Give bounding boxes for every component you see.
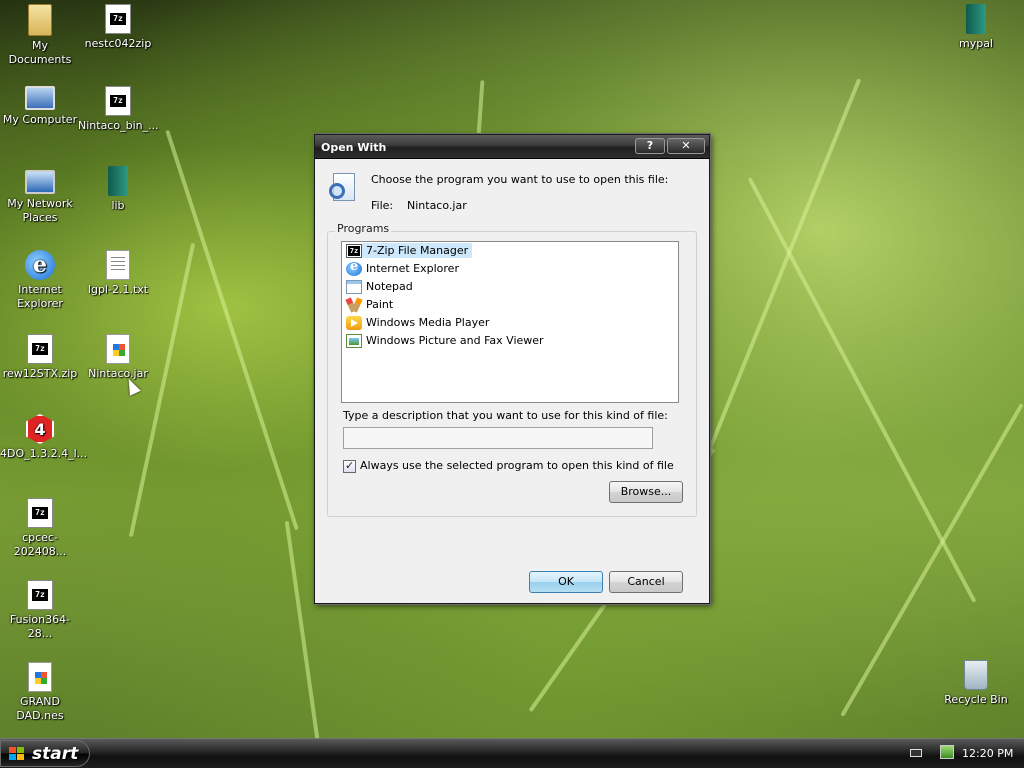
instruction-text: Choose the program you want to use to op…: [371, 173, 669, 186]
paint-icon: [346, 298, 362, 312]
desktop-icon-label: rew12STX.zip: [2, 367, 78, 380]
dialog-titlebar[interactable]: Open With ? ✕: [315, 135, 709, 159]
desktop-icon-lgpl-txt[interactable]: lgpl-2.1.txt: [78, 250, 158, 297]
4do-app-icon: 4: [26, 414, 54, 444]
desktop-icon-label: GRAND DAD.nes: [16, 695, 64, 722]
dialog-title: Open With: [321, 141, 387, 154]
program-name: Windows Picture and Fax Viewer: [366, 334, 544, 347]
desktop-icon-label: lgpl-2.1.txt: [87, 283, 149, 296]
desktop-icon-label: My Documents: [8, 39, 72, 66]
7zip-archive-icon: [105, 86, 131, 116]
ok-button[interactable]: OK: [529, 571, 603, 593]
nes-file-icon: [28, 662, 52, 692]
desktop-icon-label: My Computer: [2, 113, 78, 126]
program-name: Paint: [366, 298, 394, 311]
keyboard-icon[interactable]: [910, 749, 922, 757]
program-name: Notepad: [366, 280, 413, 293]
folder-icon: [28, 4, 52, 36]
desktop-icon-recycle-bin[interactable]: Recycle Bin: [936, 660, 1016, 707]
program-name: Windows Media Player: [366, 316, 490, 329]
jar-file-icon: [106, 334, 130, 364]
desktop-icon-label: Nintaco_bin_...: [78, 119, 159, 132]
media-player-icon: [346, 316, 362, 330]
computer-icon: [25, 86, 55, 110]
cancel-button[interactable]: Cancel: [609, 571, 683, 593]
description-label: Type a description that you want to use …: [343, 409, 668, 422]
7zip-archive-icon: [27, 498, 53, 528]
book-icon: [108, 166, 128, 196]
program-item-paint[interactable]: Paint: [342, 296, 678, 314]
network-icon: [25, 170, 55, 194]
desktop-icon-label: mypal: [958, 37, 993, 50]
description-input[interactable]: [343, 427, 653, 449]
network-status-icon[interactable]: [940, 745, 954, 759]
program-name: Internet Explorer: [366, 262, 459, 275]
system-tray: 12:20 PM: [900, 739, 1024, 768]
7zip-archive-icon: [105, 4, 131, 34]
program-item-windows-media-player[interactable]: Windows Media Player: [342, 314, 678, 332]
internet-explorer-icon: [25, 250, 55, 280]
open-with-search-icon: [329, 173, 359, 203]
start-label: start: [32, 744, 79, 764]
desktop-icon-label: lib: [111, 199, 125, 212]
desktop-icon-label: My Network Places: [7, 197, 73, 224]
desktop-icon-label: Fusion364-28...: [9, 613, 71, 640]
7zip-archive-icon: [27, 334, 53, 364]
desktop-icon-label: Recycle Bin: [944, 693, 1008, 706]
program-item-7zip[interactable]: 7-Zip File Manager: [342, 242, 678, 260]
windows-flag-icon: [9, 747, 25, 761]
book-icon: [966, 4, 986, 34]
always-use-checkbox[interactable]: [343, 459, 356, 473]
start-button[interactable]: start: [0, 740, 90, 767]
file-name: Nintaco.jar: [407, 199, 467, 212]
desktop-icon-my-network-places[interactable]: My Network Places: [0, 170, 80, 225]
browse-button[interactable]: Browse...: [609, 481, 683, 503]
programs-list[interactable]: 7-Zip File Manager Internet Explorer Not…: [341, 241, 679, 403]
desktop-icon-fusion364[interactable]: Fusion364-28...: [0, 580, 80, 641]
desktop-icon-cpcec[interactable]: cpcec-202408...: [0, 498, 80, 559]
7zip-archive-icon: [27, 580, 53, 610]
open-with-dialog: Open With ? ✕ Choose the program you wan…: [314, 134, 710, 604]
desktop-icon-4do[interactable]: 4 4DO_1.3.2.4_l...: [0, 414, 88, 461]
notepad-icon: [346, 280, 362, 294]
text-file-icon: [106, 250, 130, 280]
desktop-icon-rew12stx-zip[interactable]: rew12STX.zip: [0, 334, 80, 381]
7zip-icon: [346, 244, 362, 258]
desktop-icon-nintaco-bin[interactable]: Nintaco_bin_...: [78, 86, 159, 133]
taskbar: start 12:20 PM: [0, 738, 1024, 768]
desktop-icon-my-computer[interactable]: My Computer: [0, 86, 80, 127]
programs-label: Programs: [335, 222, 392, 235]
file-label: File:: [371, 199, 394, 212]
desktop-icon-label: Nintaco.jar: [88, 367, 148, 380]
desktop: My Documents My Computer My Network Plac…: [0, 0, 1024, 738]
help-button[interactable]: ?: [635, 138, 665, 154]
desktop-icon-internet-explorer[interactable]: Internet Explorer: [0, 250, 80, 311]
desktop-icon-lib[interactable]: lib: [78, 166, 158, 213]
desktop-icon-nestc042zip[interactable]: nestc042zip: [78, 4, 158, 51]
close-button[interactable]: ✕: [667, 138, 705, 154]
recycle-bin-icon: [964, 660, 988, 690]
always-use-label: Always use the selected program to open …: [360, 459, 674, 472]
internet-explorer-icon: [346, 259, 362, 276]
picture-viewer-icon: [346, 334, 362, 348]
program-item-internet-explorer[interactable]: Internet Explorer: [342, 259, 678, 278]
desktop-icon-mypal[interactable]: mypal: [936, 4, 1016, 51]
clock[interactable]: 12:20 PM: [962, 747, 1013, 760]
desktop-icon-nintaco-jar[interactable]: Nintaco.jar: [78, 334, 158, 381]
desktop-icon-label: 4DO_1.3.2.4_l...: [0, 447, 88, 460]
program-name: 7-Zip File Manager: [362, 243, 473, 258]
desktop-icon-label: cpcec-202408...: [13, 531, 67, 558]
program-item-notepad[interactable]: Notepad: [342, 278, 678, 296]
desktop-icon-label: Internet Explorer: [17, 283, 63, 310]
desktop-icon-my-documents[interactable]: My Documents: [0, 4, 80, 67]
desktop-icon-grand-dad-nes[interactable]: GRAND DAD.nes: [0, 662, 80, 723]
desktop-icon-label: nestc042zip: [84, 37, 152, 50]
program-item-picture-fax-viewer[interactable]: Windows Picture and Fax Viewer: [342, 332, 678, 350]
